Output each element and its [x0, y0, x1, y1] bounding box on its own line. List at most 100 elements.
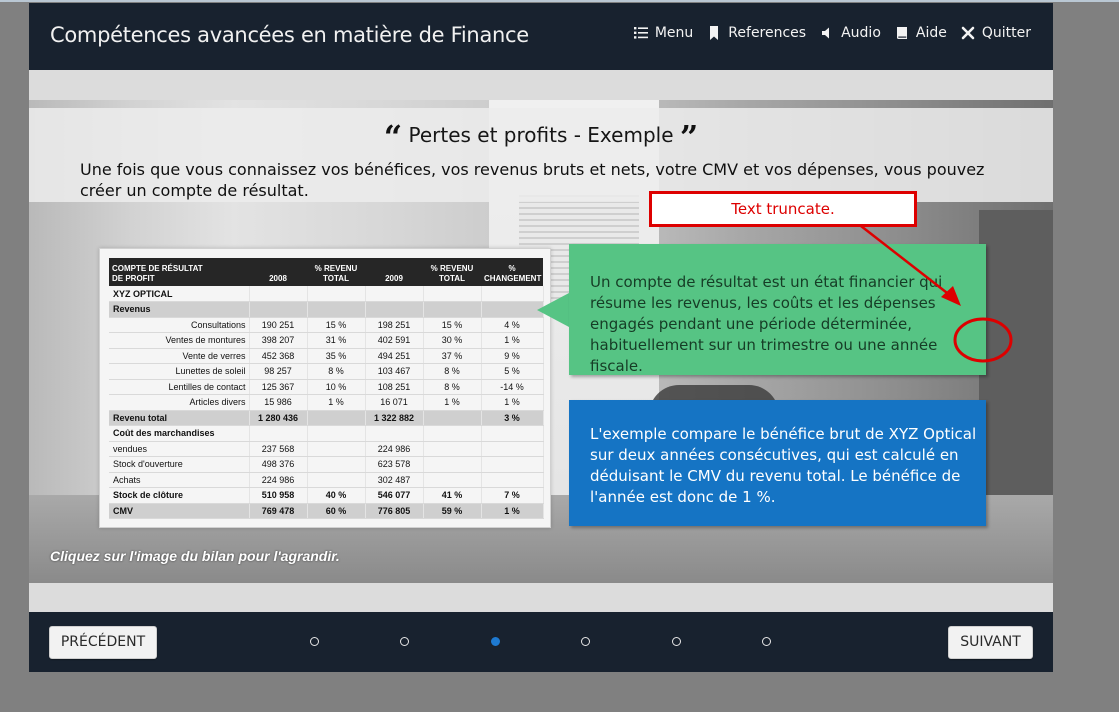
table-cell — [481, 425, 544, 442]
table-cell: -14 % — [481, 379, 544, 395]
table-cell — [307, 286, 366, 302]
table-cell — [307, 456, 366, 473]
pagination-dot[interactable] — [400, 637, 409, 646]
table-cell: Stock d'ouverture — [109, 456, 250, 473]
upper-texture-bar — [29, 70, 1053, 100]
annotation-label: Text truncate. — [649, 191, 917, 227]
income-statement-image[interactable]: COMPTE DE RÉSULTAT DE PROFIT 2008% REVENU… — [99, 248, 551, 528]
table-cell: vendues — [109, 441, 250, 457]
quit-button[interactable]: Quitter — [961, 25, 1031, 41]
table-cell: 41 % — [423, 487, 482, 504]
table-cell: 494 251 — [365, 348, 424, 364]
pagination-dot[interactable] — [310, 637, 319, 646]
table-cell: 1 % — [481, 332, 544, 349]
table-cell: 37 % — [423, 348, 482, 364]
table-cell: 452 368 — [249, 348, 308, 364]
table-cell: Lunettes de soleil — [109, 363, 250, 380]
help-button[interactable]: Aide — [895, 25, 947, 41]
table-cell: 1 322 882 — [365, 410, 424, 426]
table-row: CMV 769 478 60 % 776 805 59 % 1 % — [109, 503, 544, 519]
audio-button[interactable]: Audio — [820, 25, 881, 41]
pagination-dot[interactable] — [762, 637, 771, 646]
pagination-dot[interactable] — [672, 637, 681, 646]
table-row: Revenus — [109, 301, 544, 318]
footer-bar: PRÉCÉDENT SUIVANT — [29, 612, 1053, 672]
table-cell — [365, 425, 424, 442]
example-text: L'exemple compare le bénéfice brut de XY… — [590, 425, 977, 506]
table-cell: CMV — [109, 503, 250, 519]
table-cell: 40 % — [307, 487, 366, 504]
table-cell: 1 % — [307, 394, 366, 411]
table-cell: 623 578 — [365, 456, 424, 473]
table-row: Vente de verres 452 368 35 % 494 251 37 % 9 % — [109, 348, 544, 364]
table-cell: Revenu total — [109, 410, 250, 426]
table-cell: 108 251 — [365, 379, 424, 395]
table-cell: 15 986 — [249, 394, 308, 411]
table-cell — [365, 301, 424, 318]
table-cell: 224 986 — [365, 441, 424, 457]
slide-title: “ Pertes et profits - Exemple ” — [29, 112, 1053, 156]
table-cell: 103 467 — [365, 363, 424, 380]
callout-arrow-left-icon — [537, 293, 569, 327]
table-cell — [481, 456, 544, 473]
table-cell: Coût des marchandises — [109, 425, 250, 442]
table-cell: 510 958 — [249, 487, 308, 504]
table-cell: 237 568 — [249, 441, 308, 457]
table-cell: 8 % — [307, 363, 366, 380]
table-cell — [481, 472, 544, 488]
help-label: Aide — [915, 25, 947, 41]
table-cell: XYZ OPTICAL — [109, 286, 250, 302]
table-row: Lunettes de soleil 98 257 8 % 103 467 8 % 5 % — [109, 363, 544, 380]
bookmark-icon — [707, 26, 721, 40]
table-cell: 15 % — [307, 317, 366, 333]
table-cell: Articles divers — [109, 394, 250, 411]
table-cell — [423, 425, 482, 442]
table-cell — [423, 301, 482, 318]
table-cell: 59 % — [423, 503, 482, 519]
table-cell: 8 % — [423, 379, 482, 395]
table-cell: 35 % — [307, 348, 366, 364]
course-player: Compétences avancées en matière de Finan… — [29, 3, 1053, 672]
table-header-cell: % CHANGEMENT — [481, 258, 543, 286]
table-cell: 30 % — [423, 332, 482, 349]
table-row: Consultations 190 251 15 % 198 251 15 % 4 % — [109, 317, 544, 333]
table-row: Revenu total 1 280 436 1 322 882 3 % — [109, 410, 544, 426]
next-button[interactable]: SUIVANT — [948, 626, 1033, 659]
table-header-cell: % REVENU TOTAL — [307, 258, 365, 286]
table-cell: 198 251 — [365, 317, 424, 333]
table-cell — [307, 425, 366, 442]
table-row: XYZ OPTICAL — [109, 286, 544, 302]
pagination-dot[interactable] — [581, 637, 590, 646]
table-cell: 1 % — [423, 394, 482, 411]
table-cell: 190 251 — [249, 317, 308, 333]
table-cell: 7 % — [481, 487, 544, 504]
header-nav: Menu References Audio Aide Quitter — [633, 25, 1031, 41]
slide-stage: “ Pertes et profits - Exemple ” Une fois… — [29, 100, 1053, 583]
table-header-cell: 2008 — [249, 258, 307, 286]
table-row: Lentilles de contact 125 367 10 % 108 251 8 … — [109, 379, 544, 395]
table-cell — [481, 286, 544, 302]
references-label: References — [728, 25, 807, 41]
table-cell: 5 % — [481, 363, 544, 380]
references-button[interactable]: References — [707, 25, 806, 41]
table-cell — [307, 410, 366, 426]
table-cell: 224 986 — [249, 472, 308, 488]
menu-button[interactable]: Menu — [633, 25, 693, 41]
list-icon — [633, 26, 648, 40]
table-cell — [249, 286, 308, 302]
open-quote: “ — [383, 118, 403, 156]
table-cell — [423, 286, 482, 302]
table-cell: 98 257 — [249, 363, 308, 380]
book-icon — [895, 26, 909, 40]
table-cell — [423, 410, 482, 426]
table-row: Achats 224 986 302 487 — [109, 472, 544, 488]
table-cell: 15 % — [423, 317, 482, 333]
previous-button[interactable]: PRÉCÉDENT — [49, 626, 157, 659]
income-statement-table: COMPTE DE RÉSULTAT DE PROFIT 2008% REVENU… — [109, 258, 544, 519]
table-cell: 1 % — [481, 503, 544, 519]
table-row: Stock d'ouverture 498 376 623 578 — [109, 456, 544, 473]
table-cell: Stock de clôture — [109, 487, 250, 504]
pagination-dot[interactable] — [491, 637, 500, 646]
table-cell: Vente de verres — [109, 348, 250, 364]
table-cell: 16 071 — [365, 394, 424, 411]
